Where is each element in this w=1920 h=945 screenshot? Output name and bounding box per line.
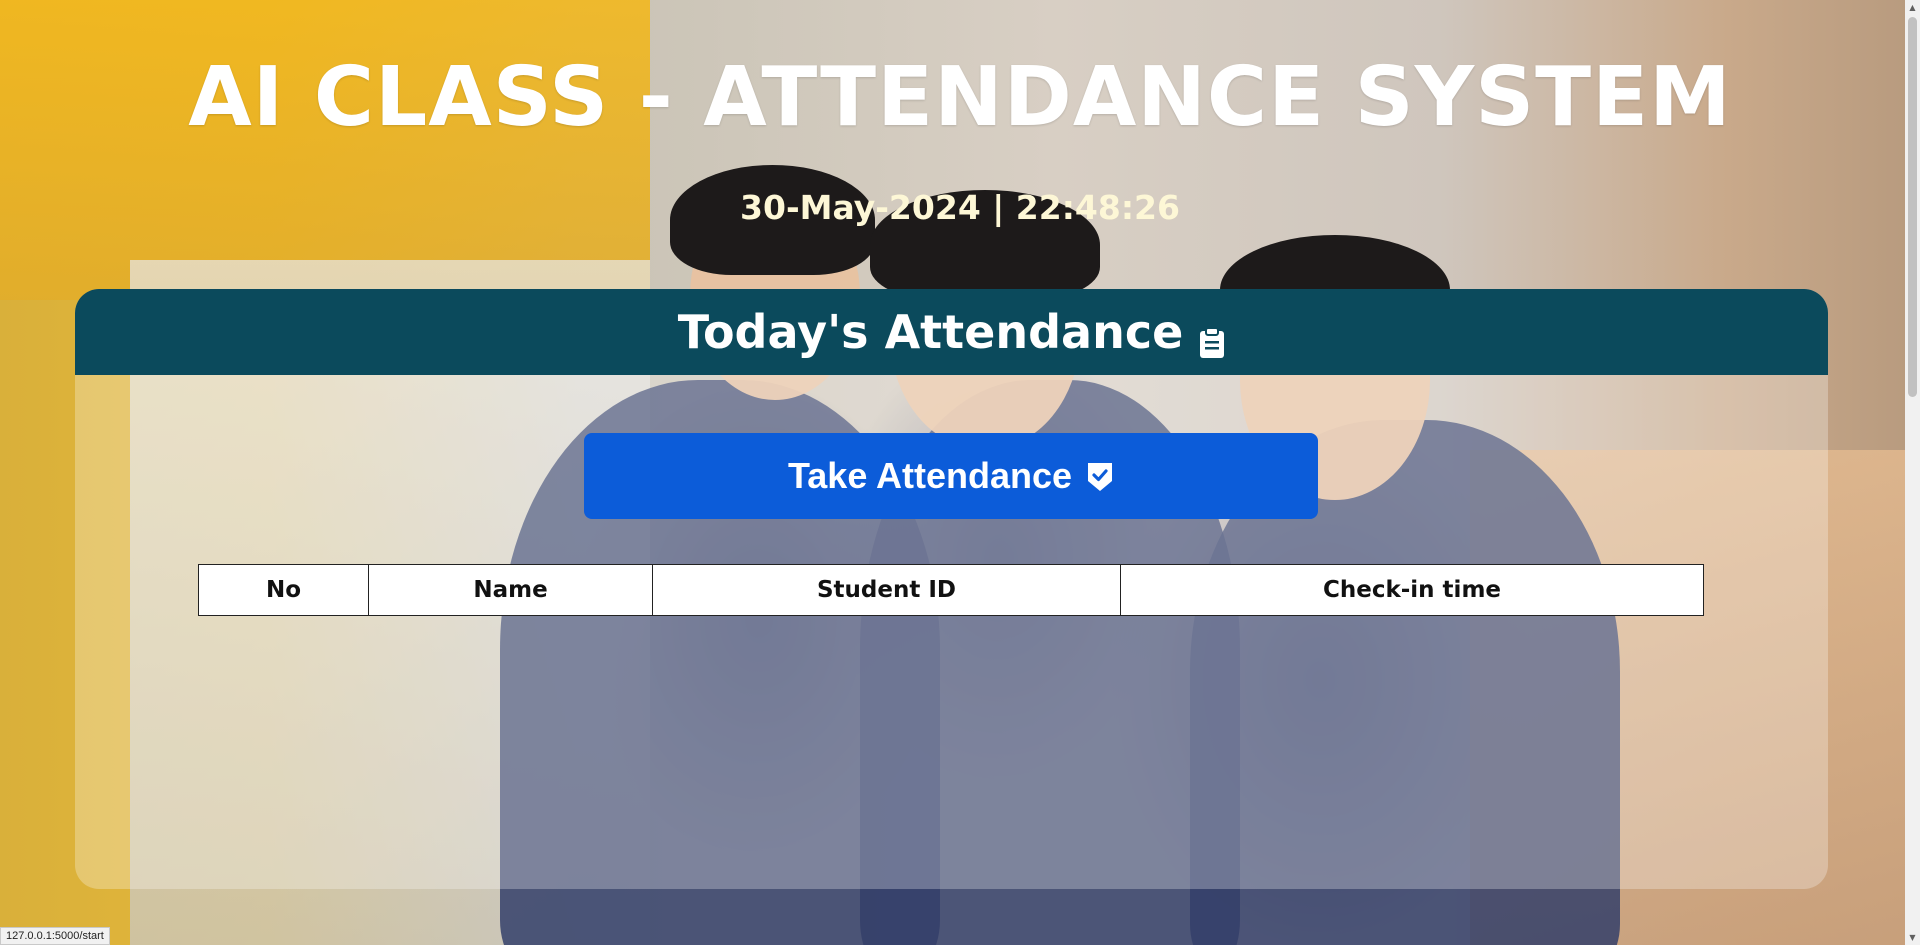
attendance-card-title: Today's Attendance — [677, 305, 1184, 359]
scrollbar-thumb[interactable] — [1908, 17, 1917, 397]
take-attendance-button[interactable]: Take Attendance — [584, 433, 1318, 519]
page: AI CLASS - ATTENDANCE SYSTEM 30-May-2024… — [0, 0, 1920, 945]
column-header-student-id: Student ID — [652, 564, 1121, 616]
attendance-card-header: Today's Attendance — [75, 289, 1828, 375]
status-bar-url: 127.0.0.1:5000/start — [0, 927, 110, 945]
column-header-check-in-time: Check-in time — [1120, 564, 1704, 616]
vertical-scrollbar[interactable]: ▲ ▼ — [1905, 0, 1920, 945]
table-header-row: No Name Student ID Check-in time — [198, 564, 1704, 616]
check-shield-icon — [1086, 460, 1114, 492]
clipboard-icon — [1199, 316, 1225, 358]
take-attendance-label: Take Attendance — [787, 455, 1073, 496]
attendance-table: No Name Student ID Check-in time — [198, 564, 1704, 616]
current-datetime: 30-May-2024 | 22:48:26 — [740, 188, 1180, 227]
column-header-name: Name — [368, 564, 653, 616]
scroll-up-arrow-icon[interactable]: ▲ — [1905, 0, 1920, 15]
attendance-card: Today's Attendance Take Attendance No Na… — [75, 289, 1828, 889]
scroll-down-arrow-icon[interactable]: ▼ — [1905, 930, 1920, 945]
column-header-no: No — [198, 564, 369, 616]
background-photo-wall — [0, 0, 650, 300]
page-title: AI CLASS - ATTENDANCE SYSTEM — [188, 50, 1732, 145]
